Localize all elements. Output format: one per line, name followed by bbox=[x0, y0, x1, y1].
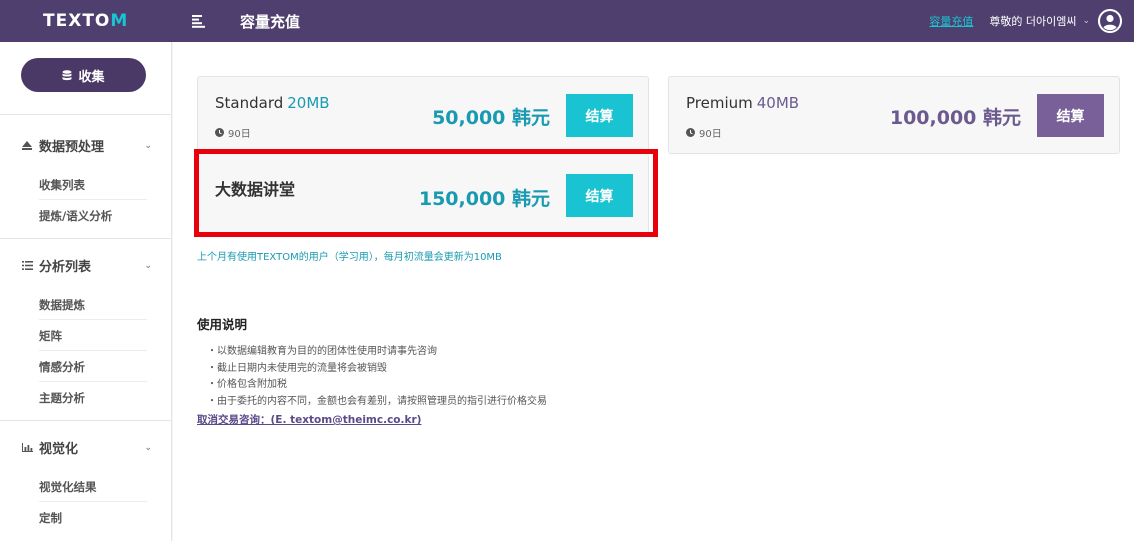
top-bar: TEXTO M 容量充值 容量充值 尊敬的 더아이엠씨 ⌄ bbox=[0, 0, 1134, 42]
sidebar-item-data-refine[interactable]: 数据提炼 bbox=[39, 290, 147, 320]
plan-duration: 90日 bbox=[686, 125, 722, 140]
plan-card-premium: Premium 40MB 90日 100,000 韩元 结算 bbox=[668, 76, 1120, 154]
plan-price: 100,000 韩元 bbox=[889, 107, 1021, 129]
pay-button-premium[interactable]: 结算 bbox=[1037, 94, 1104, 137]
sidebar-divider bbox=[0, 114, 171, 115]
clock-icon bbox=[215, 128, 224, 137]
sidebar-item-customize[interactable]: 定制 bbox=[39, 503, 147, 533]
sidebar-section-preprocessing[interactable]: 数据预处理 ⌄ bbox=[20, 136, 152, 155]
collect-button[interactable]: 收集 bbox=[21, 58, 146, 92]
usage-instructions-list: ・以数据编辑教育为目的的团体性使用时请事先咨询 ・截止日期内未使用完的流量将会被… bbox=[207, 344, 547, 410]
list-item: ・价格包含附加税 bbox=[207, 379, 287, 390]
user-avatar-icon[interactable] bbox=[1098, 9, 1122, 33]
upload-triangle-icon bbox=[20, 141, 34, 150]
sidebar-item-viz-results[interactable]: 视觉化结果 bbox=[39, 472, 147, 502]
database-icon bbox=[62, 69, 72, 81]
sidebar-section-visualization[interactable]: 视觉化 ⌄ bbox=[20, 438, 152, 457]
plan-duration: 90日 bbox=[215, 125, 251, 140]
sidebar-item-matrix[interactable]: 矩阵 bbox=[39, 321, 147, 351]
sidebar-item-sentiment[interactable]: 情感分析 bbox=[39, 352, 147, 382]
menu-toggle-button[interactable] bbox=[182, 0, 216, 42]
page-title: 容量充值 bbox=[240, 12, 301, 31]
textom-logo[interactable]: TEXTO M bbox=[0, 0, 172, 42]
monthly-reset-notice: 上个月有使用TEXTOM的用户（学习用），每月初流量会更新为10MB bbox=[197, 252, 502, 263]
topbar-right: 容量充值 尊敬的 더아이엠씨 ⌄ bbox=[929, 9, 1134, 33]
recharge-link[interactable]: 容量充值 bbox=[929, 13, 973, 29]
chevron-down-icon: ⌄ bbox=[144, 260, 152, 271]
bar-chart-icon bbox=[20, 443, 34, 452]
user-menu-chevron-icon[interactable]: ⌄ bbox=[1082, 16, 1090, 26]
sidebar-item-collect-list[interactable]: 收集列表 bbox=[39, 170, 147, 200]
collect-button-label: 收集 bbox=[78, 69, 105, 85]
plan-card-standard: Standard 20MB 90日 50,000 韩元 结算 bbox=[197, 76, 649, 154]
plan-size: 20MB bbox=[287, 94, 330, 112]
sidebar-section-label: 数据预处理 bbox=[39, 140, 105, 155]
list-icon bbox=[20, 261, 34, 270]
user-greeting: 尊敬的 더아이엠씨 bbox=[989, 15, 1077, 28]
highlight-annotation-box bbox=[194, 149, 658, 237]
plan-name-text: Premium bbox=[686, 94, 753, 112]
sidebar: 收集 数据预处理 ⌄ 收集列表 提炼/语义分析 分析列表 ⌄ 数据提炼 矩阵 情… bbox=[0, 42, 172, 541]
sidebar-divider bbox=[0, 238, 171, 239]
list-item: ・截止日期内未使用完的流量将会被销毁 bbox=[207, 362, 387, 374]
plan-days: 90日 bbox=[699, 129, 722, 140]
logo-accent-letter: M bbox=[110, 11, 129, 31]
hamburger-menu-icon bbox=[192, 14, 205, 28]
sidebar-item-refine-semantic[interactable]: 提炼/语义分析 bbox=[39, 201, 147, 231]
usage-instructions-title: 使用说明 bbox=[197, 317, 248, 332]
list-item: ・以数据编辑教育为目的的团体性使用时请事先咨询 bbox=[207, 346, 437, 357]
sidebar-section-analysis[interactable]: 分析列表 ⌄ bbox=[20, 256, 152, 275]
sidebar-section-label: 视觉化 bbox=[39, 442, 79, 457]
plan-price: 50,000 韩元 bbox=[432, 107, 550, 129]
plan-name-text: Standard bbox=[215, 94, 284, 112]
sidebar-divider bbox=[0, 420, 171, 421]
sidebar-item-topic[interactable]: 主题分析 bbox=[39, 383, 147, 413]
plan-name: Premium 40MB bbox=[686, 94, 799, 112]
chevron-down-icon: ⌄ bbox=[144, 442, 152, 453]
list-item: ・由于委托的内容不同，金额也会有差别，请按照管理员的指引进行价格交易 bbox=[207, 395, 547, 407]
plan-name: Standard 20MB bbox=[215, 94, 330, 112]
logo-text: TEXTO bbox=[43, 11, 111, 31]
clock-icon bbox=[686, 128, 695, 137]
sidebar-section-label: 分析列表 bbox=[39, 260, 92, 275]
pay-button-standard[interactable]: 结算 bbox=[566, 94, 633, 137]
main-content: Standard 20MB 90日 50,000 韩元 结算 Premium 40M… bbox=[173, 42, 1134, 541]
cancel-transaction-contact-link[interactable]: 取消交易咨询：(E. textom@theimc.co.kr) bbox=[197, 412, 421, 427]
plan-days: 90日 bbox=[228, 129, 251, 140]
plan-size: 40MB bbox=[756, 94, 800, 112]
chevron-down-icon: ⌄ bbox=[144, 140, 152, 151]
